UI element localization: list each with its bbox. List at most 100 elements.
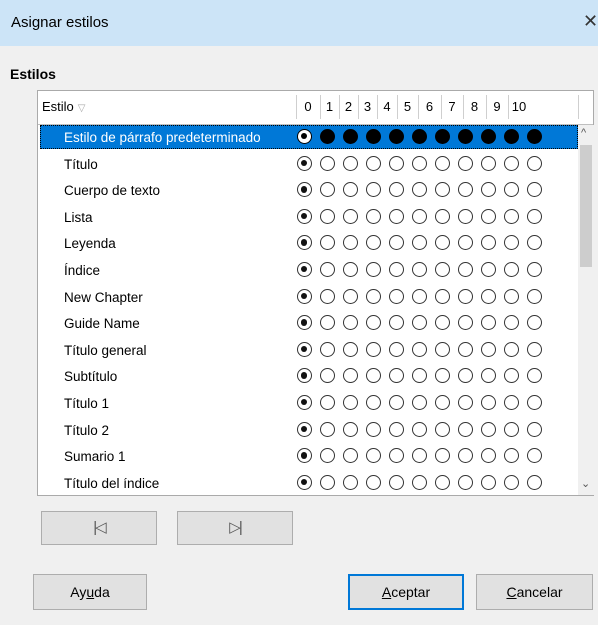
first-page-button[interactable]: |◁ (41, 511, 157, 545)
level-radio-6[interactable] (435, 155, 450, 171)
level-radio-1[interactable] (320, 448, 335, 464)
table-row[interactable]: Título 2 (38, 418, 578, 445)
level-radio-10[interactable] (527, 448, 542, 464)
level-radio-1[interactable] (320, 341, 335, 357)
scroll-up-icon[interactable]: ^ (581, 127, 586, 139)
level-radio-0[interactable] (297, 315, 312, 331)
level-radio-10[interactable] (527, 368, 542, 384)
level-radio-3[interactable] (366, 474, 381, 490)
level-radio-0[interactable] (297, 368, 312, 384)
level-radio-2[interactable] (343, 262, 358, 277)
level-radio-9[interactable] (504, 395, 519, 410)
level-radio-0[interactable] (297, 474, 312, 490)
level-radio-5[interactable] (412, 341, 427, 357)
level-radio-4[interactable] (389, 448, 404, 464)
level-radio-1[interactable] (320, 129, 335, 144)
level-radio-6[interactable] (435, 288, 450, 304)
level-radio-5[interactable] (412, 474, 427, 490)
level-radio-7[interactable] (458, 262, 473, 277)
level-radio-1[interactable] (320, 421, 335, 437)
level-radio-8[interactable] (481, 235, 496, 251)
table-row[interactable]: Índice (38, 258, 578, 285)
level-radio-10[interactable] (527, 155, 542, 171)
level-radio-3[interactable] (366, 341, 381, 357)
level-radio-6[interactable] (435, 129, 450, 144)
level-radio-5[interactable] (412, 235, 427, 251)
level-radio-9[interactable] (504, 315, 519, 331)
level-radio-8[interactable] (481, 262, 496, 277)
help-button[interactable]: Ayuda (33, 574, 147, 610)
level-radio-5[interactable] (412, 129, 427, 144)
column-header-level-3[interactable]: 3 (358, 99, 377, 114)
level-radio-4[interactable] (389, 315, 404, 331)
column-header-level-9[interactable]: 9 (486, 99, 508, 114)
level-radio-8[interactable] (481, 474, 496, 490)
level-radio-4[interactable] (389, 129, 404, 144)
level-radio-2[interactable] (343, 448, 358, 464)
level-radio-6[interactable] (435, 368, 450, 384)
level-radio-1[interactable] (320, 368, 335, 384)
table-row[interactable]: Título 1 (38, 391, 578, 418)
level-radio-9[interactable] (504, 208, 519, 224)
level-radio-1[interactable] (320, 182, 335, 198)
column-header-estilo[interactable]: Estilo ▽ (42, 99, 86, 114)
level-radio-0[interactable] (297, 262, 312, 277)
level-radio-2[interactable] (343, 129, 358, 144)
level-radio-10[interactable] (527, 182, 542, 198)
level-radio-3[interactable] (366, 368, 381, 384)
table-row[interactable]: Cuerpo de texto (38, 178, 578, 205)
level-radio-8[interactable] (481, 155, 496, 171)
level-radio-2[interactable] (343, 474, 358, 490)
level-radio-8[interactable] (481, 208, 496, 224)
level-radio-3[interactable] (366, 208, 381, 224)
level-radio-8[interactable] (481, 395, 496, 410)
level-radio-7[interactable] (458, 341, 473, 357)
level-radio-7[interactable] (458, 474, 473, 490)
level-radio-3[interactable] (366, 182, 381, 198)
level-radio-10[interactable] (527, 208, 542, 224)
level-radio-6[interactable] (435, 448, 450, 464)
level-radio-0[interactable] (297, 288, 312, 304)
level-radio-9[interactable] (504, 155, 519, 171)
level-radio-7[interactable] (458, 182, 473, 198)
level-radio-8[interactable] (481, 421, 496, 437)
level-radio-9[interactable] (504, 368, 519, 384)
level-radio-0[interactable] (297, 395, 312, 410)
level-radio-10[interactable] (527, 421, 542, 437)
level-radio-9[interactable] (504, 262, 519, 277)
level-radio-3[interactable] (366, 421, 381, 437)
level-radio-3[interactable] (366, 129, 381, 144)
level-radio-3[interactable] (366, 235, 381, 251)
level-radio-7[interactable] (458, 235, 473, 251)
level-radio-10[interactable] (527, 235, 542, 251)
column-header-level-0[interactable]: 0 (296, 99, 320, 114)
level-radio-7[interactable] (458, 288, 473, 304)
table-row[interactable]: Título del índice (38, 471, 578, 498)
level-radio-4[interactable] (389, 368, 404, 384)
level-radio-2[interactable] (343, 182, 358, 198)
level-radio-1[interactable] (320, 155, 335, 171)
level-radio-7[interactable] (458, 368, 473, 384)
table-row[interactable]: Subtítulo (38, 364, 578, 391)
level-radio-10[interactable] (527, 395, 542, 410)
cancel-button[interactable]: Cancelar (476, 574, 593, 610)
level-radio-4[interactable] (389, 288, 404, 304)
column-header-level-10[interactable]: 10 (508, 99, 530, 114)
level-radio-7[interactable] (458, 421, 473, 437)
level-radio-1[interactable] (320, 235, 335, 251)
table-row[interactable]: Título general (38, 338, 578, 365)
level-radio-2[interactable] (343, 208, 358, 224)
level-radio-5[interactable] (412, 315, 427, 331)
level-radio-5[interactable] (412, 262, 427, 277)
level-radio-0[interactable] (297, 448, 312, 464)
table-row[interactable]: Título (38, 152, 578, 179)
level-radio-3[interactable] (366, 262, 381, 277)
level-radio-10[interactable] (527, 474, 542, 490)
level-radio-10[interactable] (527, 129, 542, 144)
level-radio-2[interactable] (343, 288, 358, 304)
level-radio-7[interactable] (458, 315, 473, 331)
level-radio-2[interactable] (343, 368, 358, 384)
ok-button[interactable]: Aceptar (348, 574, 464, 610)
table-row[interactable]: Lista (38, 205, 578, 232)
column-header-level-1[interactable]: 1 (320, 99, 339, 114)
